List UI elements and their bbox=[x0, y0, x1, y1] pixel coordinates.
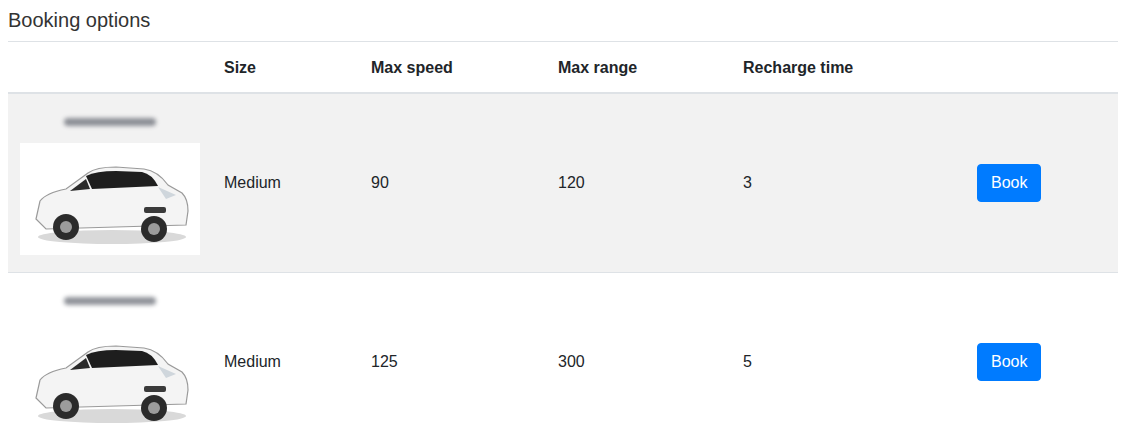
size-cell: Medium bbox=[212, 94, 359, 272]
book-button[interactable]: Book bbox=[977, 164, 1041, 202]
booking-table: SizeMax speedMax rangeRecharge timeMediu… bbox=[8, 42, 1118, 448]
blurred-plate bbox=[64, 297, 156, 305]
column-header bbox=[8, 42, 212, 92]
max-speed-cell: 125 bbox=[359, 273, 546, 448]
section-title: Booking options bbox=[8, 8, 1118, 42]
car-icon bbox=[26, 149, 194, 249]
action-cell: Book bbox=[965, 273, 1118, 448]
size-cell: Medium bbox=[212, 273, 359, 448]
blurred-plate bbox=[64, 118, 156, 126]
max-range-cell: 120 bbox=[546, 94, 731, 272]
column-header: Size bbox=[212, 42, 359, 92]
car-icon bbox=[26, 328, 194, 428]
column-header: Max range bbox=[546, 42, 731, 92]
table-row: Medium1253005 Book bbox=[8, 272, 1118, 448]
action-cell: Book bbox=[965, 94, 1118, 272]
recharge-time-cell: 5 bbox=[731, 273, 965, 448]
image-cell bbox=[8, 94, 212, 272]
table-header: SizeMax speedMax rangeRecharge time bbox=[8, 42, 1118, 94]
max-speed-cell: 90 bbox=[359, 94, 546, 272]
book-button[interactable]: Book bbox=[977, 343, 1041, 381]
car-image bbox=[20, 143, 200, 255]
car-image bbox=[20, 322, 200, 434]
max-range-cell: 300 bbox=[546, 273, 731, 448]
column-header bbox=[965, 42, 1118, 92]
table-body: Medium901203 Book Medium1253005 Book bbox=[8, 94, 1118, 448]
column-header: Max speed bbox=[359, 42, 546, 92]
recharge-time-cell: 3 bbox=[731, 94, 965, 272]
column-header: Recharge time bbox=[731, 42, 965, 92]
table-row: Medium901203 Book bbox=[8, 94, 1118, 272]
booking-page: Booking optionsSizeMax speedMax rangeRec… bbox=[0, 0, 1123, 448]
image-cell bbox=[8, 273, 212, 448]
